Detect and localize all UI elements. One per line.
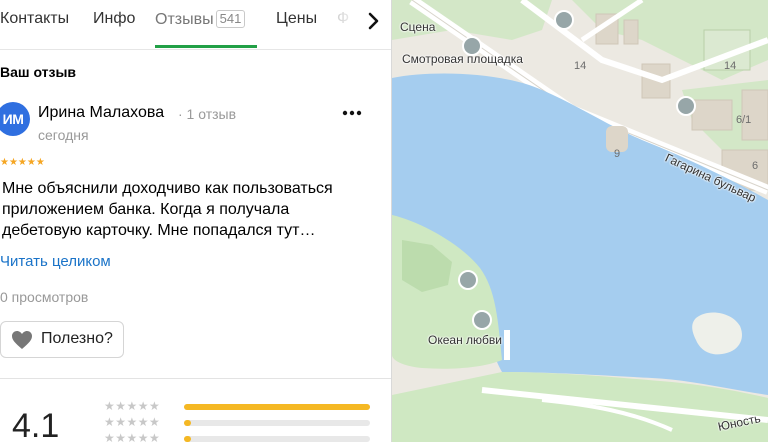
review-views: 0 просмотров <box>0 289 89 305</box>
map-label-viewpoint[interactable]: Смотровая площадка <box>402 52 523 66</box>
review-date: сегодня <box>38 127 89 143</box>
active-tab-indicator <box>155 45 257 48</box>
review-text: Мне объяснили доходчиво как пользоваться… <box>2 180 333 239</box>
rating-row-stars: ★★★★★ <box>104 415 161 429</box>
organization-panel: Контакты Инфо Отзывы541 Цены Ф Ваш отзыв… <box>0 0 392 442</box>
rating-row-fill <box>184 436 192 442</box>
rating-row-track <box>184 420 370 426</box>
useful-button[interactable]: Полезно? <box>0 321 124 358</box>
chevron-right-icon[interactable] <box>362 10 384 32</box>
poi-icon[interactable] <box>676 96 696 116</box>
tab-reviews-label: Отзывы <box>155 11 214 28</box>
tab-prices[interactable]: Цены <box>276 10 317 28</box>
building-number: 6/1 <box>736 114 752 126</box>
building-number: 14 <box>574 60 587 72</box>
rating-row-4: ★★★★★ <box>104 415 370 429</box>
review-author-meta: · 1 отзыв <box>178 106 237 122</box>
rating-row-fill <box>184 420 192 426</box>
divider <box>0 378 391 379</box>
rating-row-stars: ★★★★★ <box>104 399 161 413</box>
building-number: 14 <box>724 60 737 72</box>
building-number: 6 <box>752 160 759 172</box>
tab-bar: Контакты Инфо Отзывы541 Цены Ф <box>0 0 391 50</box>
map[interactable]: Сцена Смотровая площадка Гагарина бульва… <box>392 0 768 442</box>
tab-reviews[interactable]: Отзывы 541 <box>155 10 246 29</box>
poi-icon[interactable] <box>458 270 478 290</box>
tab-info[interactable]: Инфо <box>93 10 135 28</box>
useful-label: Полезно? <box>41 330 113 347</box>
rating-row-fill <box>184 404 370 410</box>
overall-rating: 4.1 <box>12 407 60 442</box>
building-number: 9 <box>614 148 621 160</box>
rating-row-stars: ★★★★★ <box>104 431 161 442</box>
map-label-ocean[interactable]: Океан любви <box>428 333 502 347</box>
read-more-link[interactable]: Читать целиком <box>0 253 111 270</box>
section-title: Ваш отзыв <box>0 64 77 80</box>
reviews-count-badge: 541 <box>215 10 246 28</box>
review-author[interactable]: Ирина Малахова <box>38 104 164 122</box>
heart-icon <box>11 330 33 350</box>
poi-icon[interactable] <box>554 10 574 30</box>
rating-row-track <box>184 436 370 442</box>
avatar[interactable]: ИМ <box>0 102 30 136</box>
rating-row-5: ★★★★★ <box>104 399 370 413</box>
review-stars: ★★★★★ <box>0 157 45 168</box>
rating-row-3: ★★★★★ <box>104 431 370 442</box>
poi-icon[interactable] <box>472 310 492 330</box>
tab-contacts[interactable]: Контакты <box>0 10 69 28</box>
map-label-scene[interactable]: Сцена <box>400 20 435 34</box>
more-options-icon[interactable] <box>338 103 366 123</box>
rating-row-track <box>184 404 370 410</box>
